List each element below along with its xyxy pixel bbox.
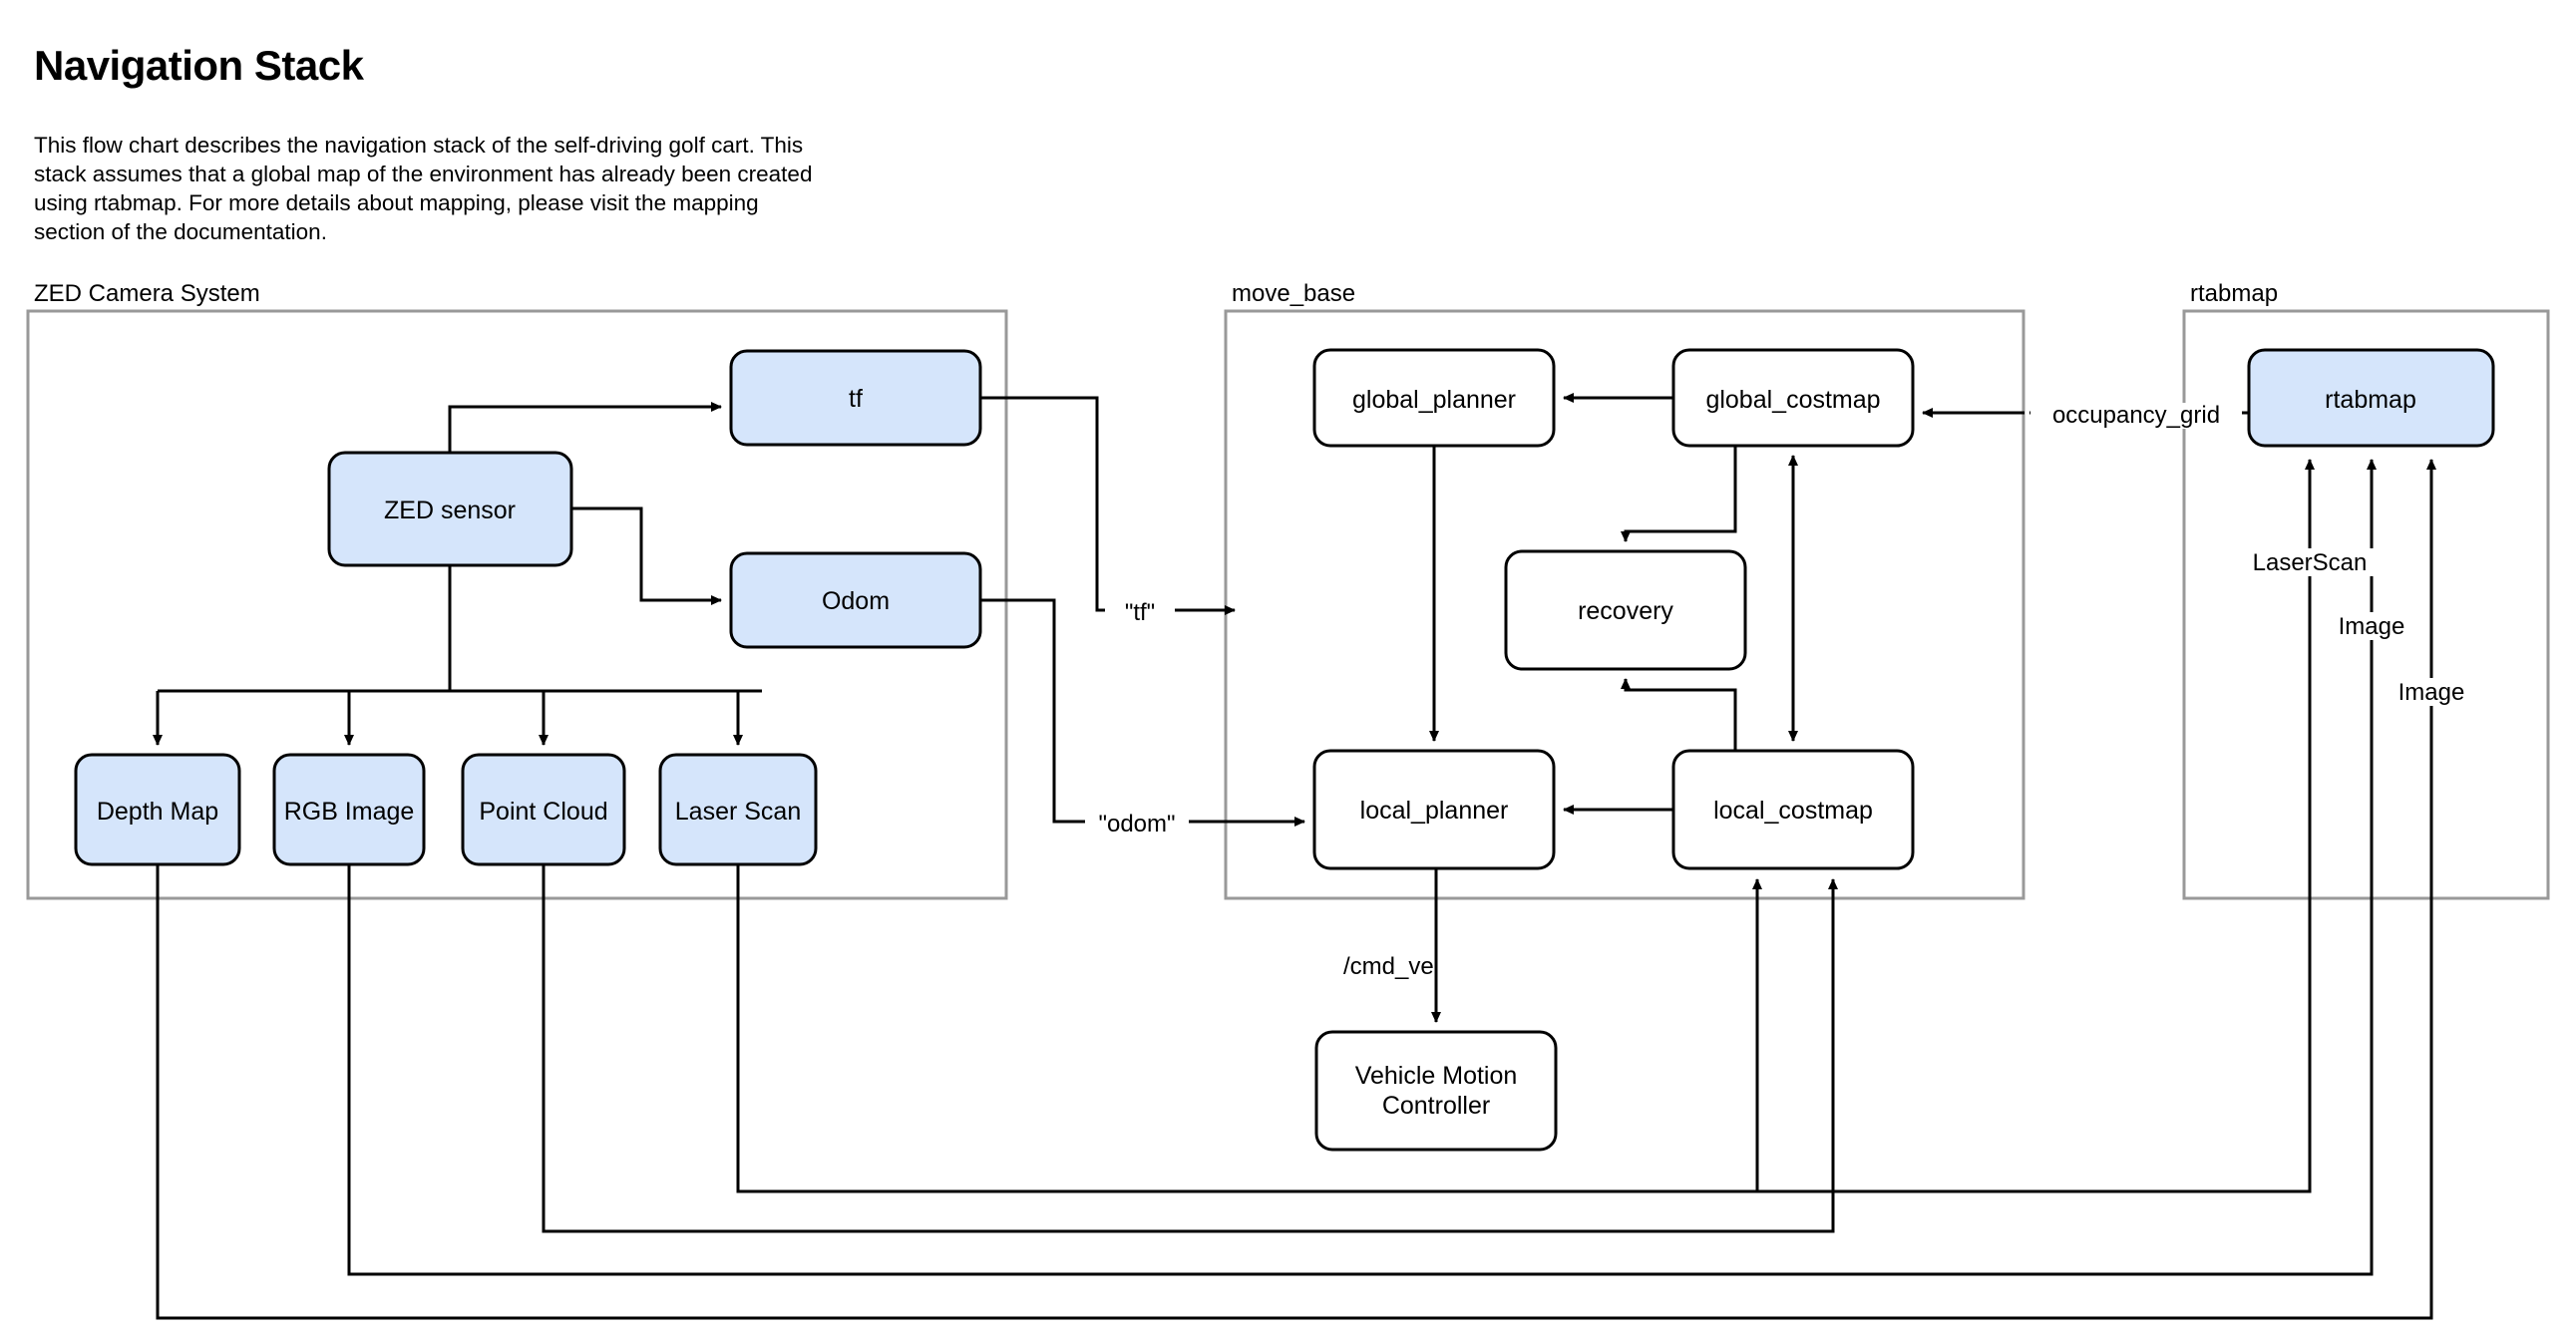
node-local-planner[interactable]: local_planner <box>1312 749 1556 870</box>
node-global-planner[interactable]: global_planner <box>1312 348 1556 448</box>
node-rgb-image[interactable]: RGB Image <box>272 753 426 866</box>
edge-label-laserscan-top: LaserScan <box>2253 549 2368 576</box>
group-label-rtabmap: rtabmap <box>2190 280 2278 307</box>
node-box-vehicle-motion-controller[interactable] <box>1314 1030 1558 1152</box>
node-label-global-costmap: global_costmap <box>1705 386 1880 414</box>
node-odom[interactable]: Odom <box>729 551 982 649</box>
diagram-page: Navigation Stack This flow chart describ… <box>0 0 2576 1337</box>
node-label-zed-sensor: ZED sensor <box>384 497 516 524</box>
node-label-rtabmap: rtabmap <box>2325 386 2416 414</box>
node-label-vehicle-motion-controller-line1: Vehicle Motion <box>1355 1062 1518 1090</box>
edge-global-costmap-to-recovery <box>1621 446 1737 542</box>
node-zed-sensor[interactable]: ZED sensor <box>327 451 573 567</box>
node-tf[interactable]: tf <box>729 349 982 447</box>
node-label-recovery: recovery <box>1578 597 1673 625</box>
node-depth-map[interactable]: Depth Map <box>74 753 241 866</box>
node-global-costmap[interactable]: global_costmap <box>1671 348 1915 448</box>
edge-label-occupancy-grid-top: occupancy_grid <box>2052 402 2220 429</box>
edge-label-image-2-top: Image <box>2398 679 2465 706</box>
node-point-cloud[interactable]: Point Cloud <box>461 753 626 866</box>
edge-zed-sensor-to-tf <box>448 402 722 453</box>
node-label-rgb-image: RGB Image <box>284 798 415 826</box>
edge-laser-scan-to-local-costmap <box>736 864 1762 1193</box>
node-label-global-planner: global_planner <box>1352 386 1516 414</box>
edge-label-image-1-top: Image <box>2339 613 2405 640</box>
node-rtabmap[interactable]: rtabmap <box>2247 348 2495 448</box>
edge-tf-to-move-base <box>980 396 1236 615</box>
node-label-vehicle-motion-controller-line2: Controller <box>1382 1092 1490 1120</box>
node-recovery[interactable]: recovery <box>1504 549 1747 671</box>
group-label-zed: ZED Camera System <box>34 280 260 307</box>
node-label-local-costmap: local_costmap <box>1713 797 1873 825</box>
edge-label-tf-top: "tf" <box>1125 599 1155 626</box>
node-label-odom: Odom <box>822 587 890 615</box>
node-local-costmap[interactable]: local_costmap <box>1671 749 1915 870</box>
node-label-point-cloud: Point Cloud <box>479 798 607 826</box>
edge-zed-sensor-to-odom <box>571 506 722 605</box>
navigation-stack-diagram: ZED Camera System move_base rtabmap tf Z… <box>26 280 2550 1320</box>
edge-label-odom-top: "odom" <box>1098 811 1175 837</box>
node-label-depth-map: Depth Map <box>97 798 218 826</box>
node-label-local-planner: local_planner <box>1360 797 1509 825</box>
edge-odom-to-local-planner <box>980 598 1305 827</box>
group-label-move-base: move_base <box>1232 280 1355 307</box>
edge-labels-layer: "tf" "odom" /cmd_vel occupancy_grid Lase… <box>1098 401 2464 980</box>
node-vehicle-motion-controller[interactable]: Vehicle Motion Controller <box>1314 1030 1558 1152</box>
node-label-tf: tf <box>849 385 863 413</box>
edge-local-costmap-to-recovery <box>1621 678 1737 751</box>
node-laser-scan[interactable]: Laser Scan <box>658 753 818 866</box>
node-label-laser-scan: Laser Scan <box>675 798 801 826</box>
edge-label-cmd-vel: /cmd_vel <box>1343 953 1439 980</box>
edge-depth-map-to-rtabmap <box>156 459 2436 1320</box>
